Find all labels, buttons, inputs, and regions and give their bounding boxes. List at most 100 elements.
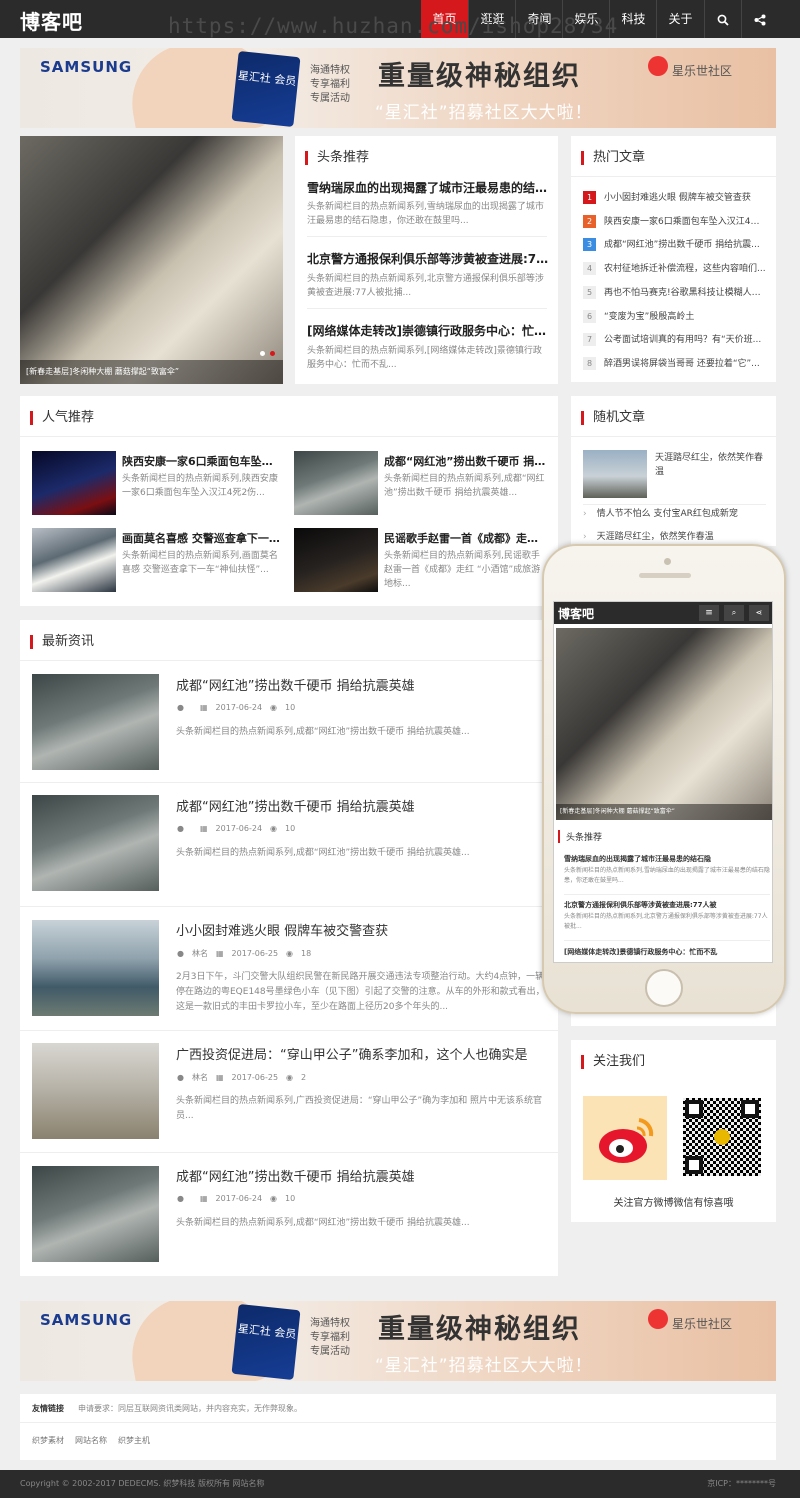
divider: [307, 236, 547, 237]
article-thumbnail[interactable]: [583, 450, 647, 498]
divider: [564, 940, 770, 941]
random-articles-panel: 随机文章 天涯踏尽红尘，依然笑作春温 › 情人节不怕么 支付宝AR红包成新宠 › 天…: [571, 396, 776, 546]
club-logo-icon: [648, 1309, 668, 1329]
banner-subline: “星汇社”招募社区大大啦！: [375, 103, 593, 123]
share-icon: [754, 14, 766, 25]
random-item[interactable]: › 天涯踏尽红尘，依然笑作春温: [583, 530, 767, 544]
rank-badge: 6: [583, 310, 596, 323]
popular-title[interactable]: 成都“网红池”捞出数千硬币 捐给...: [384, 453, 548, 469]
calendar-icon: ▦: [215, 1073, 224, 1082]
hot-item[interactable]: 2 陕西安康一家6口乘面包车坠入汉江4死...: [583, 215, 767, 229]
headline-title[interactable]: [网络媒体走转改]崇德镇行政服务中心：忙而...: [307, 322, 549, 339]
news-title[interactable]: 小小囡封难逃火眼 假牌车被交警查获: [176, 920, 388, 939]
user-icon: ●: [177, 824, 184, 833]
article-thumbnail[interactable]: [32, 1166, 159, 1262]
rank-badge: 1: [583, 191, 596, 204]
hot-item[interactable]: 6 “变废为宝”殷殷高岭土: [583, 310, 767, 324]
eye-icon: ◉: [286, 1073, 294, 1082]
mobile-logo[interactable]: 博客吧: [558, 605, 594, 622]
article-thumbnail[interactable]: [32, 528, 116, 592]
footer: Copyright © 2002-2017 DEDECMS. 织梦科技 版权所有…: [0, 1470, 800, 1498]
hot-item[interactable]: 8 醉酒男误将屏袋当哥哥 还要拉着“它”...: [583, 357, 767, 371]
article-thumbnail[interactable]: [32, 795, 159, 891]
slide-dot-active[interactable]: [270, 351, 275, 356]
rank-badge: 4: [583, 262, 596, 275]
section-title: 人气推荐: [30, 411, 94, 425]
headline-title[interactable]: 北京警方通报保利俱乐部等涉黄被查进展:77...: [307, 250, 549, 267]
article-thumbnail[interactable]: [32, 674, 159, 770]
search-button[interactable]: [705, 0, 741, 38]
popular-desc: 头条新闻栏目的热点新闻系列,画面莫名喜感 交警巡查拿下一车“神仙扶怪”...: [122, 551, 278, 575]
section-title: 关注我们: [581, 1055, 645, 1069]
mobile-featured-image[interactable]: [新春走基层]冬闲种大棚 蘑菇撑起“致富伞”: [556, 628, 772, 820]
rank-badge: 3: [583, 238, 596, 251]
chevron-right-icon: ›: [583, 509, 587, 519]
hot-item[interactable]: 1 小小囡封难逃火眼 假牌车被交管查获: [583, 191, 767, 205]
popular-title[interactable]: 民谣歌手赵雷一首《成都》走红 “...: [384, 530, 548, 546]
news-title[interactable]: 成都“网红池”捞出数千硬币 捐给抗震英雄: [176, 796, 415, 815]
search-icon: [717, 14, 729, 26]
divider: [20, 782, 558, 783]
club-name: 星乐世社区: [672, 64, 733, 78]
random-item[interactable]: › 情人节不怕么 支付宝AR红包成新宠: [583, 507, 767, 521]
banner-headline: 重量级神秘组织: [378, 61, 581, 92]
article-thumbnail[interactable]: [32, 1043, 159, 1139]
weibo-icon[interactable]: [583, 1096, 667, 1180]
friend-link[interactable]: 织梦素材: [32, 1435, 64, 1446]
calendar-icon: ▦: [199, 703, 208, 712]
news-desc: 头条新闻栏目的热点新闻系列,广西投资促进局：“穿山甲公子”确为李加和 照片中无该…: [176, 1096, 543, 1121]
mobile-headline-title[interactable]: [网络媒体走转改]景德镇行政服务中心：忙而不乱: [564, 947, 770, 957]
article-thumbnail[interactable]: [32, 451, 116, 515]
hot-item[interactable]: 4 农村征地拆迁补偿流程，这些内容咱们...: [583, 262, 767, 276]
mobile-headline-title[interactable]: 北京警方通报保利俱乐部等涉黄被查进展:77人被: [564, 900, 770, 910]
section-title: 热门文章: [581, 151, 645, 165]
random-top-title[interactable]: 天涯踏尽红尘，依然笑作春温: [655, 451, 767, 481]
mobile-nav: 博客吧 ≡ ⌕ ⋖: [554, 602, 772, 624]
site-logo[interactable]: 博客吧: [20, 6, 83, 35]
share-button[interactable]: [742, 0, 778, 38]
calendar-icon: ▦: [199, 824, 208, 833]
friend-link[interactable]: 织梦主机: [118, 1435, 150, 1446]
mobile-headline-desc: 头条新闻栏目的热点新闻系列,雪纳瑞尿血的出现揭露了城市汪最易患的结石隐患，你还敢…: [564, 867, 770, 884]
mobile-headline-title[interactable]: 雪纳瑞尿血的出现揭露了城市汪最易患的结石隐: [564, 854, 770, 864]
hot-item[interactable]: 5 再也不怕马赛克!谷歌黑科技让模糊人脸...: [583, 286, 767, 300]
news-title[interactable]: 广西投资促进局：“穿山甲公子”确系李加和，这个人也确实是: [176, 1044, 527, 1063]
club-logo-icon: [648, 56, 668, 76]
article-thumbnail[interactable]: [32, 920, 159, 1016]
hot-item[interactable]: 7 公考面试培训真的有用吗？有“天价班...: [583, 333, 767, 347]
calendar-icon: ▦: [199, 1194, 208, 1203]
user-icon: ●: [177, 703, 184, 712]
news-title[interactable]: 成都“网红池”捞出数千硬币 捐给抗震英雄: [176, 1166, 415, 1185]
top-ad-banner[interactable]: SAMSUNG 星汇社 会员 海通特权 专享福利 专属活动 重量级神秘组织 “星汇社…: [20, 48, 776, 128]
search-icon[interactable]: ⌕: [724, 605, 744, 621]
headline-title[interactable]: 雪纳瑞尿血的出现揭露了城市汪最易患的结石...: [307, 179, 549, 196]
popular-desc: 头条新闻栏目的热点新闻系列,陕西安康一家6口乘面包车坠入汉江4死2伤...: [122, 474, 278, 498]
menu-icon[interactable]: ≡: [699, 605, 719, 621]
news-desc: 头条新闻栏目的热点新闻系列,成都“网红池”捞出数千硬币 捐给抗震英雄...: [176, 1218, 470, 1228]
article-thumbnail[interactable]: [294, 451, 378, 515]
popular-title[interactable]: 陕西安康一家6口乘面包车坠入汉...: [122, 453, 282, 469]
news-title[interactable]: 成都“网红池”捞出数千硬币 捐给抗震英雄: [176, 675, 415, 694]
eye-icon: ◉: [286, 949, 294, 958]
featured-slide-image[interactable]: [新春走基层]冬闲种大棚 蘑菇撑起“致富伞”: [20, 136, 283, 384]
slide-dot[interactable]: [260, 351, 265, 356]
member-card: 星汇社 会员: [231, 1303, 301, 1381]
article-thumbnail[interactable]: [294, 528, 378, 592]
nav-about[interactable]: 关于: [657, 0, 704, 38]
news-meta: ● ▦ 2017-06-24 ◉ 10: [177, 703, 296, 712]
friend-links-panel: 友情链接 申请要求：同层互联网资讯类网站，并内容充实，无作弊现象。 织梦素材 网…: [20, 1394, 776, 1460]
share-icon[interactable]: ⋖: [749, 605, 769, 621]
phone-camera: [664, 558, 671, 565]
divider: [20, 1152, 558, 1153]
hot-item[interactable]: 3 成都“网红池”捞出数千硬币 捐给抗震...: [583, 238, 767, 252]
friend-link[interactable]: 网站名称: [75, 1435, 107, 1446]
calendar-icon: ▦: [215, 949, 224, 958]
friend-links-note: 申请要求：同层互联网资讯类网站，并内容充实，无作弊现象。: [78, 1404, 302, 1413]
qr-code: [683, 1098, 761, 1176]
divider: [583, 504, 766, 505]
eye-icon: ◉: [270, 824, 278, 833]
banner-perks: 海通特权 专享福利 专属活动: [310, 1318, 350, 1357]
popular-title[interactable]: 画面莫名喜感 交警巡查拿下一车“...: [122, 530, 282, 546]
news-meta: ● ▦ 2017-06-24 ◉ 10: [177, 824, 296, 833]
bottom-ad-banner[interactable]: SAMSUNG 星汇社 会员 海通特权 专享福利 专属活动 重量级神秘组织 “星汇社…: [20, 1301, 776, 1381]
